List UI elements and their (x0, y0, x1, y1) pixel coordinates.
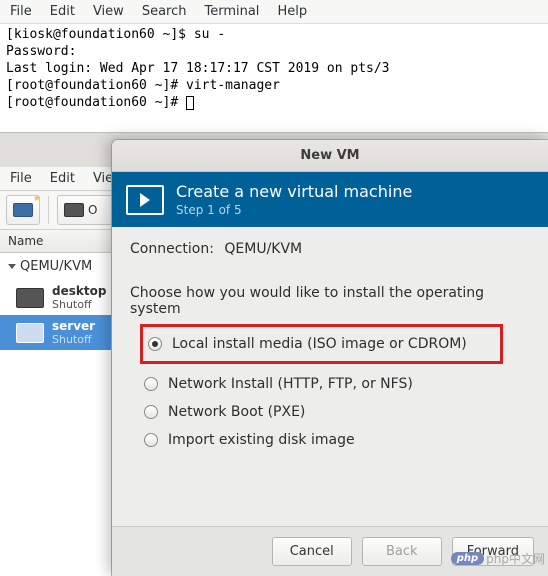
vm-icon (16, 288, 44, 308)
radio-label: Network Boot (PXE) (168, 404, 305, 420)
dialog-heading: Create a new virtual machine (176, 182, 412, 201)
monitor-icon (13, 203, 33, 217)
vmm-menu-view[interactable]: Vie (93, 171, 113, 186)
monitor-off-icon (64, 203, 84, 217)
vm-icon (16, 323, 44, 343)
watermark-text: php中文网 (486, 550, 545, 567)
radio-local-install[interactable]: Local install media (ISO image or CDROM) (144, 330, 492, 358)
radio-network-boot[interactable]: Network Boot (PXE) (140, 398, 530, 426)
chevron-down-icon (8, 264, 16, 269)
connection-name: QEMU/KVM (20, 259, 92, 274)
vm-status: Shutoff (52, 333, 95, 346)
radio-icon (144, 433, 158, 447)
terminal-menu-help[interactable]: Help (277, 4, 307, 19)
radio-label: Network Install (HTTP, FTP, or NFS) (168, 376, 413, 392)
back-button[interactable]: Back (362, 537, 442, 566)
highlighted-option: Local install media (ISO image or CDROM) (140, 324, 503, 364)
toolbar-separator (48, 196, 49, 224)
radio-import-disk[interactable]: Import existing disk image (140, 426, 530, 454)
dialog-step: Step 1 of 5 (176, 203, 412, 217)
install-method-group: Local install media (ISO image or CDROM)… (130, 324, 530, 454)
terminal-menu-search[interactable]: Search (142, 4, 187, 19)
terminal-output[interactable]: [kiosk@foundation60 ~]$ su - Password: L… (0, 24, 548, 113)
radio-icon (148, 337, 162, 351)
radio-label: Local install media (ISO image or CDROM) (172, 336, 467, 352)
terminal-menu-file[interactable]: File (10, 4, 32, 19)
dialog-titlebar[interactable]: New VM (112, 140, 548, 172)
vm-column-name: Name (8, 234, 43, 248)
vmm-menu-edit[interactable]: Edit (50, 171, 75, 186)
cancel-button[interactable]: Cancel (272, 537, 352, 566)
vmm-menu-file[interactable]: File (10, 171, 32, 186)
watermark: php php中文网 (451, 550, 545, 567)
connection-label: Connection: (130, 241, 214, 257)
vm-name: server (52, 319, 95, 333)
dialog-header: Create a new virtual machine Step 1 of 5 (112, 172, 548, 227)
radio-icon (144, 377, 158, 391)
terminal-menubar: File Edit View Search Terminal Help (0, 0, 548, 24)
terminal-menu-edit[interactable]: Edit (50, 4, 75, 19)
terminal-menu-view[interactable]: View (93, 4, 124, 19)
radio-label: Import existing disk image (168, 432, 355, 448)
new-star-icon: ★ (33, 194, 41, 204)
dialog-body: Connection: QEMU/KVM Choose how you woul… (112, 227, 548, 526)
radio-icon (144, 405, 158, 419)
php-badge-icon: php (451, 552, 484, 565)
vm-name: desktop (52, 284, 106, 298)
terminal-cursor (186, 96, 194, 110)
dialog-title: New VM (300, 148, 359, 163)
new-vm-button[interactable]: ★ (6, 195, 40, 225)
connection-value: QEMU/KVM (224, 241, 302, 257)
new-vm-dialog: New VM Create a new virtual machine Step… (112, 140, 548, 576)
radio-network-install[interactable]: Network Install (HTTP, FTP, or NFS) (140, 370, 530, 398)
play-icon (140, 193, 150, 207)
terminal-menu-terminal[interactable]: Terminal (204, 4, 259, 19)
create-vm-icon (126, 185, 164, 215)
vm-status: Shutoff (52, 298, 106, 311)
choose-install-label: Choose how you would like to install the… (130, 285, 530, 317)
